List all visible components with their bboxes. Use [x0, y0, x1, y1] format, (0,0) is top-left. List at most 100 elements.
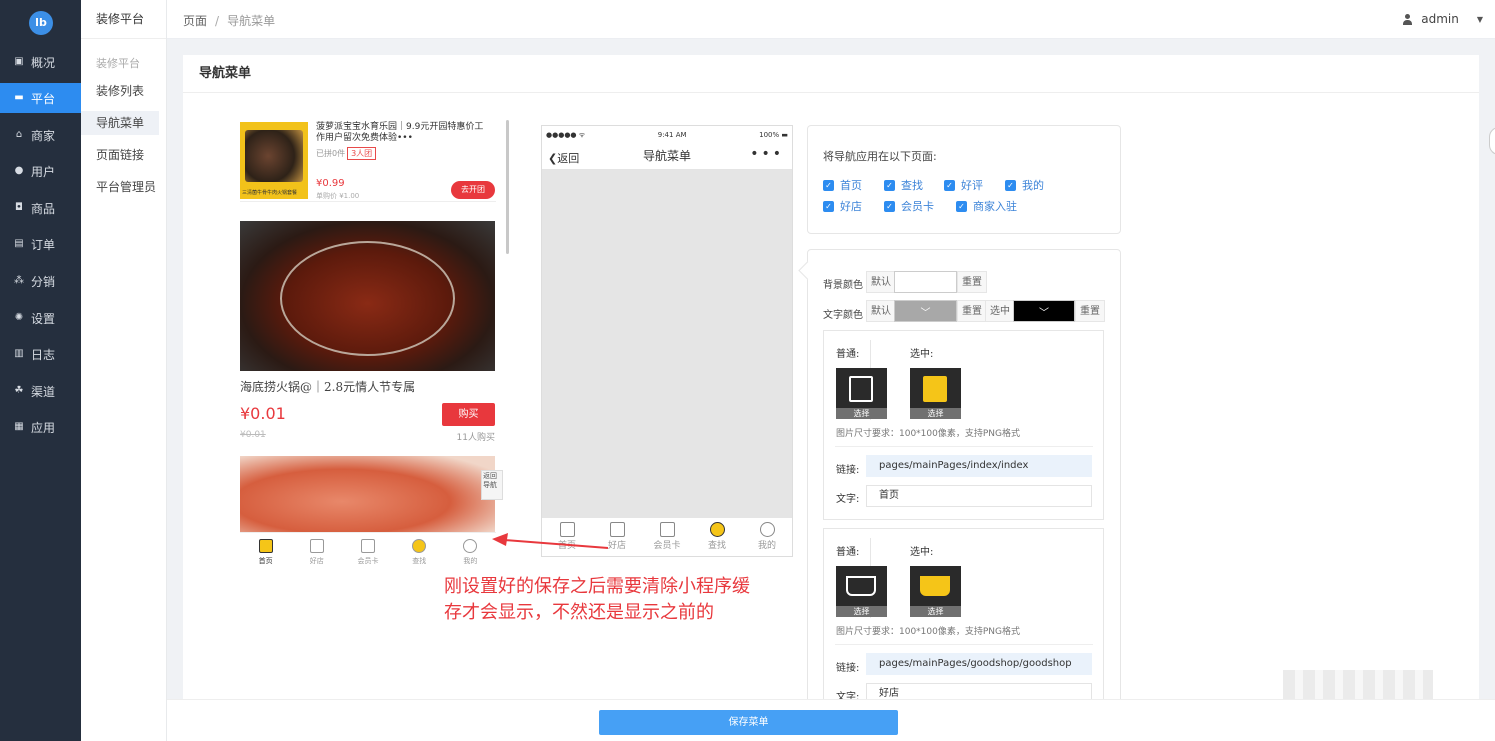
dashboard-icon: ▣ [14, 56, 24, 67]
main-sidebar: lb ▣ 概况 ▬ 平台 ⌂ 商家 ● 用户 ◘ 商品 ▤ 订单 ⁂ 分销 ✺ … [0, 0, 81, 741]
product-title: 菠萝派宝宝水育乐园｜9.9元开园特惠价工作用户留次免费体验••• [316, 122, 484, 143]
group-tag: 3人团 [347, 147, 377, 160]
app-root: lb ▣ 概况 ▬ 平台 ⌂ 商家 ● 用户 ◘ 商品 ▤ 订单 ⁂ 分销 ✺ … [0, 0, 1495, 741]
breadcrumb-separator: / [215, 14, 220, 28]
user-avatar-icon [1402, 13, 1413, 25]
selected-icon-upload[interactable]: 选择 [910, 368, 961, 419]
sub-link-decor-list[interactable]: 装修列表 [81, 79, 159, 103]
bg-reset-button[interactable]: 重置 [957, 271, 987, 293]
image-size-hint: 图片尺寸要求：100*100像素，支持PNG格式 [836, 627, 1020, 637]
link-input[interactable]: pages/mainPages/index/index [866, 455, 1092, 477]
annotation-line-1: 刚设置好的保存之后需要清除小程序缓 [444, 576, 750, 597]
rail-item-channel[interactable]: ☘ 渠道 [0, 376, 81, 406]
choose-button[interactable]: 选择 [836, 408, 887, 419]
rail-item-order[interactable]: ▤ 订单 [0, 229, 81, 259]
checkbox-label: 好评 [961, 179, 983, 192]
preview-tab-bar: 首页 好店 会员卡 查找 我的 [240, 532, 496, 572]
text-default-button[interactable]: 默认 [866, 300, 896, 322]
smile-icon [412, 539, 427, 553]
checkbox-label: 查找 [901, 179, 923, 192]
crown-icon [609, 522, 625, 537]
rail-item-label: 用户 [31, 164, 56, 179]
save-menu-button[interactable]: 保存菜单 [599, 710, 898, 735]
selected-icon-upload[interactable]: 选择 [910, 566, 961, 617]
choose-button[interactable]: 选择 [910, 408, 961, 419]
preview-tab-shop: 好店 [291, 533, 342, 572]
checkbox-mine[interactable]: ✓ 我的 [1005, 177, 1044, 193]
breadcrumb-current: 导航菜单 [227, 14, 276, 28]
text-input[interactable]: 好店 [866, 683, 1092, 699]
side-handle[interactable] [1489, 127, 1495, 155]
product-thumbnail: 三清菌牛骨牛肉火锅套餐 [240, 122, 308, 199]
rail-item-label: 商家 [31, 128, 56, 143]
checkbox-home[interactable]: ✓ 首页 [823, 177, 862, 193]
text-input[interactable]: 首页 [866, 485, 1092, 507]
bg-color-label: 背景颜色 [823, 280, 863, 291]
checkbox-shop[interactable]: ✓ 好店 [823, 198, 862, 214]
link-label: 链接: [836, 465, 860, 476]
preview-tab-label: 查找 [412, 557, 427, 565]
user-name: admin [1421, 12, 1459, 26]
rail-item-merchant[interactable]: ⌂ 商家 [0, 120, 81, 150]
rail-item-label: 设置 [31, 311, 56, 326]
sub-link-page-links[interactable]: 页面链接 [81, 143, 159, 167]
thumbnail-caption: 三清菌牛骨牛肉火锅套餐 [242, 190, 298, 196]
divider [835, 644, 1093, 645]
person-icon [463, 539, 478, 553]
choose-button[interactable]: 选择 [910, 606, 961, 617]
preview-scrollbar[interactable] [506, 120, 509, 254]
phone-tab-label: 我的 [757, 541, 776, 551]
phone-tab-search[interactable]: 查找 [692, 518, 742, 556]
choose-button[interactable]: 选择 [836, 606, 887, 617]
rail-item-label: 商品 [31, 201, 56, 216]
checkbox-reviews[interactable]: ✓ 好评 [944, 177, 983, 193]
bg-default-button[interactable]: 默认 [866, 271, 896, 293]
phone-tab-card[interactable]: 会员卡 [642, 518, 692, 556]
rail-item-overview[interactable]: ▣ 概况 [0, 47, 81, 77]
signal-icon: ●●●●● ᯤ [546, 130, 586, 139]
check-icon: ✓ [1005, 179, 1016, 191]
rail-item-label: 渠道 [31, 384, 56, 399]
selected-icon-label: 选中: [910, 547, 934, 558]
selected-color-picker[interactable]: ﹀ [1013, 300, 1075, 322]
user-menu[interactable]: admin ▼ [1402, 12, 1483, 26]
breadcrumb-root[interactable]: 页面 [183, 14, 207, 28]
text-color-picker[interactable]: ﹀ [894, 300, 957, 322]
bg-color-picker[interactable] [894, 271, 957, 293]
check-icon: ✓ [823, 200, 834, 212]
checkbox-member-card[interactable]: ✓ 会员卡 [884, 198, 934, 214]
sub-sidebar-group: 装修平台 [96, 57, 140, 70]
sub-sidebar-title: 装修平台 [81, 0, 166, 39]
check-icon: ✓ [823, 179, 834, 191]
rail-item-goods[interactable]: ◘ 商品 [0, 193, 81, 223]
person-icon [759, 522, 775, 537]
sub-link-admins[interactable]: 平台管理员 [81, 175, 159, 199]
rail-item-log[interactable]: ▥ 日志 [0, 339, 81, 369]
check-icon: ✓ [884, 200, 895, 212]
text-reset-button[interactable]: 重置 [957, 300, 987, 322]
chevron-down-icon: ﹀ [1039, 308, 1049, 319]
apply-pages-label: 将导航应用在以下页面: [823, 150, 937, 163]
rail-item-platform[interactable]: ▬ 平台 [0, 83, 81, 113]
link-input[interactable]: pages/mainPages/goodshop/goodshop [866, 653, 1092, 675]
crown-icon [920, 576, 950, 596]
normal-icon-upload[interactable]: 选择 [836, 368, 887, 419]
checkbox-merchant-join[interactable]: ✓ 商家入驻 [956, 198, 1017, 214]
rail-item-settings[interactable]: ✺ 设置 [0, 303, 81, 333]
checkbox-search[interactable]: ✓ 查找 [884, 177, 923, 193]
hotpot-grid [280, 241, 455, 356]
sub-link-nav-menu[interactable]: 导航菜单 [81, 111, 159, 135]
rail-item-apps[interactable]: ▦ 应用 [0, 412, 81, 442]
divider [835, 446, 1093, 447]
phone-tab-label: 好店 [607, 541, 626, 551]
product-original-price: 单购价 ¥1.00 [316, 192, 360, 200]
rail-item-distribution[interactable]: ⁂ 分销 [0, 266, 81, 296]
selected-reset-button[interactable]: 重置 [1075, 300, 1105, 322]
rail-item-user[interactable]: ● 用户 [0, 156, 81, 186]
phone-tab-mine[interactable]: 我的 [742, 518, 792, 556]
preview-tab-search: 查找 [394, 533, 445, 572]
store-icon: ⌂ [15, 129, 23, 140]
more-dots-icon: ••• [750, 146, 784, 162]
checkbox-label: 好店 [840, 200, 862, 213]
normal-icon-upload[interactable]: 选择 [836, 566, 887, 617]
